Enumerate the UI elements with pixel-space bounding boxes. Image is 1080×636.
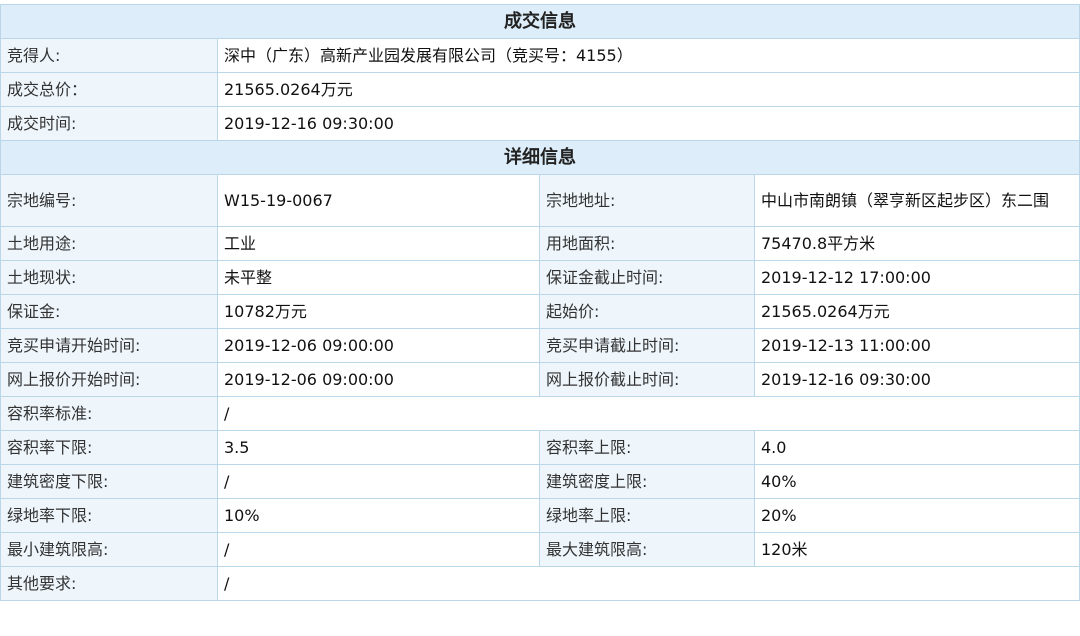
far-standard-label: 容积率标准: <box>0 396 218 431</box>
start-price-value: 21565.0264万元 <box>754 294 1080 329</box>
section-header-detail: 详细信息 <box>0 140 1080 175</box>
apply-end-label: 竞买申请截止时间: <box>539 328 755 363</box>
parcel-no-value: W15-19-0067 <box>217 174 540 227</box>
deposit-deadline-label: 保证金截止时间: <box>539 260 755 295</box>
deposit-label: 保证金: <box>0 294 218 329</box>
far-standard-value: / <box>217 396 1080 431</box>
bid-end-value: 2019-12-16 09:30:00 <box>754 362 1080 397</box>
height-min-label: 最小建筑限高: <box>0 532 218 567</box>
table-row: 成交总价： 21565.0264万元 <box>0 72 1080 107</box>
bid-end-label: 网上报价截止时间: <box>539 362 755 397</box>
winner-value: 深中（广东）高新产业园发展有限公司（竞买号：4155） <box>217 38 1080 73</box>
deal-time-value: 2019-12-16 09:30:00 <box>217 106 1080 141</box>
area-label: 用地面积: <box>539 226 755 261</box>
density-min-value: / <box>217 464 540 499</box>
table-row: 竞买申请开始时间: 2019-12-06 09:00:00 竞买申请截止时间: … <box>0 328 1080 363</box>
green-min-value: 10% <box>217 498 540 533</box>
address-label: 宗地地址: <box>539 174 755 227</box>
far-min-value: 3.5 <box>217 430 540 465</box>
table-row: 其他要求: / <box>0 566 1080 601</box>
table-row: 宗地编号: W15-19-0067 宗地地址: 中山市南朗镇（翠亨新区起步区）东… <box>0 174 1080 227</box>
total-price-label: 成交总价： <box>0 72 218 107</box>
section-header-deal: 成交信息 <box>0 4 1080 39</box>
parcel-no-label: 宗地编号: <box>0 174 218 227</box>
land-use-value: 工业 <box>217 226 540 261</box>
table-row: 建筑密度下限: / 建筑密度上限: 40% <box>0 464 1080 499</box>
far-max-value: 4.0 <box>754 430 1080 465</box>
land-status-label: 土地现状: <box>0 260 218 295</box>
height-max-label: 最大建筑限高: <box>539 532 755 567</box>
green-max-value: 20% <box>754 498 1080 533</box>
deposit-deadline-value: 2019-12-12 17:00:00 <box>754 260 1080 295</box>
section-title-deal: 成交信息 <box>0 4 1080 39</box>
density-max-label: 建筑密度上限: <box>539 464 755 499</box>
apply-start-value: 2019-12-06 09:00:00 <box>217 328 540 363</box>
far-max-label: 容积率上限: <box>539 430 755 465</box>
far-min-label: 容积率下限: <box>0 430 218 465</box>
section-title-detail: 详细信息 <box>0 140 1080 175</box>
land-use-label: 土地用途: <box>0 226 218 261</box>
table-row: 成交时间: 2019-12-16 09:30:00 <box>0 106 1080 141</box>
table-row: 竞得人: 深中（广东）高新产业园发展有限公司（竞买号：4155） <box>0 38 1080 73</box>
green-min-label: 绿地率下限: <box>0 498 218 533</box>
deposit-value: 10782万元 <box>217 294 540 329</box>
height-min-value: / <box>217 532 540 567</box>
apply-start-label: 竞买申请开始时间: <box>0 328 218 363</box>
table-row: 保证金: 10782万元 起始价: 21565.0264万元 <box>0 294 1080 329</box>
other-requirements-label: 其他要求: <box>0 566 218 601</box>
table-row: 容积率下限: 3.5 容积率上限: 4.0 <box>0 430 1080 465</box>
start-price-label: 起始价: <box>539 294 755 329</box>
bid-start-label: 网上报价开始时间: <box>0 362 218 397</box>
density-min-label: 建筑密度下限: <box>0 464 218 499</box>
table-row: 网上报价开始时间: 2019-12-06 09:00:00 网上报价截止时间: … <box>0 362 1080 397</box>
address-value: 中山市南朗镇（翠亨新区起步区）东二围 <box>754 174 1080 227</box>
green-max-label: 绿地率上限: <box>539 498 755 533</box>
table-row: 容积率标准: / <box>0 396 1080 431</box>
table-row: 绿地率下限: 10% 绿地率上限: 20% <box>0 498 1080 533</box>
area-value: 75470.8平方米 <box>754 226 1080 261</box>
land-status-value: 未平整 <box>217 260 540 295</box>
other-requirements-value: / <box>217 566 1080 601</box>
density-max-value: 40% <box>754 464 1080 499</box>
table-row: 土地用途: 工业 用地面积: 75470.8平方米 <box>0 226 1080 261</box>
deal-time-label: 成交时间: <box>0 106 218 141</box>
land-transaction-table: 成交信息 竞得人: 深中（广东）高新产业园发展有限公司（竞买号：4155） 成交… <box>0 4 1080 601</box>
table-row: 土地现状: 未平整 保证金截止时间: 2019-12-12 17:00:00 <box>0 260 1080 295</box>
winner-label: 竞得人: <box>0 38 218 73</box>
table-row: 最小建筑限高: / 最大建筑限高: 120米 <box>0 532 1080 567</box>
height-max-value: 120米 <box>754 532 1080 567</box>
total-price-value: 21565.0264万元 <box>217 72 1080 107</box>
apply-end-value: 2019-12-13 11:00:00 <box>754 328 1080 363</box>
bid-start-value: 2019-12-06 09:00:00 <box>217 362 540 397</box>
